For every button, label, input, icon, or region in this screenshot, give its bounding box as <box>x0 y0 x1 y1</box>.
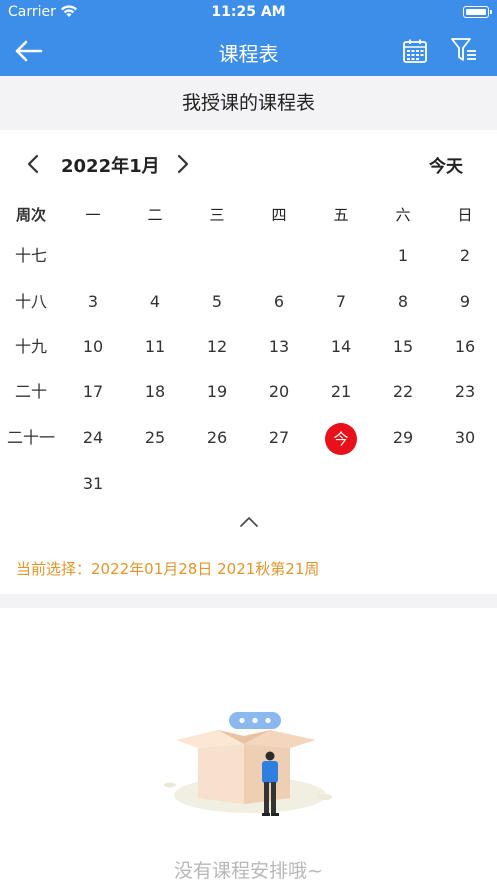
day-cell[interactable]: 25 <box>124 415 186 461</box>
day-cell[interactable]: 22 <box>372 369 434 415</box>
day-cell[interactable] <box>248 461 310 507</box>
week-row: 二十 17 18 19 20 21 22 23 <box>0 369 497 415</box>
weekday-header: 一 <box>85 206 101 224</box>
day-cell[interactable]: 17 <box>62 369 124 415</box>
schedule-subtitle: 我授课的课程表 <box>0 76 497 130</box>
status-bar: Carrier 11:25 AM <box>0 0 497 26</box>
day-cell[interactable]: 8 <box>372 279 434 325</box>
day-cell[interactable] <box>372 461 434 507</box>
day-cell[interactable]: 20 <box>248 369 310 415</box>
week-row: 二十一 24 25 26 27 今 29 30 <box>0 415 497 461</box>
day-cell[interactable]: 24 <box>62 415 124 461</box>
weekday-header: 三 <box>209 206 225 224</box>
day-cell[interactable]: 21 <box>310 369 372 415</box>
day-cell[interactable] <box>124 461 186 507</box>
day-cell[interactable]: 5 <box>186 279 248 325</box>
day-cell[interactable] <box>434 461 496 507</box>
day-cell[interactable]: 16 <box>434 324 496 370</box>
week-number: 十九 <box>14 337 47 356</box>
weekday-header: 六 <box>395 206 411 224</box>
day-cell[interactable]: 30 <box>434 415 496 461</box>
day-cell[interactable]: 3 <box>62 279 124 325</box>
day-cell[interactable]: 11 <box>124 324 186 370</box>
day-cell[interactable] <box>310 233 372 279</box>
current-selection-text: 当前选择：2022年01月28日 2021秋第21周 <box>16 560 320 578</box>
current-month-label: 2022年1月 <box>61 156 160 177</box>
day-cell[interactable] <box>248 233 310 279</box>
filter-icon[interactable] <box>450 36 478 64</box>
day-cell[interactable] <box>124 233 186 279</box>
day-cell[interactable] <box>310 461 372 507</box>
day-cell[interactable]: 14 <box>310 324 372 370</box>
week-column-header: 周次 <box>15 206 46 224</box>
weekday-header-row: 周次 一 二 三 四 五 六 日 <box>0 192 497 238</box>
day-cell[interactable]: 15 <box>372 324 434 370</box>
chevron-right-icon[interactable] <box>174 152 192 176</box>
day-cell[interactable]: 26 <box>186 415 248 461</box>
empty-box-illustration <box>164 712 332 816</box>
day-cell[interactable]: 23 <box>434 369 496 415</box>
weekday-header: 日 <box>457 206 473 224</box>
week-row: 十八 3 4 5 6 7 8 9 <box>0 279 497 325</box>
today-button[interactable]: 今天 <box>429 152 463 177</box>
day-cell[interactable]: 6 <box>248 279 310 325</box>
day-cell[interactable]: 18 <box>124 369 186 415</box>
day-cell[interactable]: 7 <box>310 279 372 325</box>
week-number: 二十 <box>14 382 47 401</box>
day-cell[interactable]: 9 <box>434 279 496 325</box>
week-number: 十八 <box>14 292 47 311</box>
weekday-header: 五 <box>333 206 349 224</box>
section-divider <box>0 594 497 608</box>
weekday-header: 四 <box>271 206 287 224</box>
day-cell[interactable] <box>186 233 248 279</box>
month-navigator: 2022年1月 今天 <box>0 140 497 188</box>
weekday-header: 二 <box>147 206 163 224</box>
day-cell[interactable]: 1 <box>372 233 434 279</box>
week-number <box>0 461 62 507</box>
nav-bar: 课程表 <box>0 26 497 76</box>
day-cell[interactable]: 4 <box>124 279 186 325</box>
day-cell[interactable] <box>186 461 248 507</box>
day-cell[interactable]: 12 <box>186 324 248 370</box>
day-cell[interactable] <box>62 233 124 279</box>
day-cell[interactable]: 27 <box>248 415 310 461</box>
week-row: 31 <box>0 461 497 507</box>
day-cell[interactable]: 10 <box>62 324 124 370</box>
empty-state-message: 没有课程安排哦~ <box>174 860 323 882</box>
status-time: 11:25 AM <box>211 4 286 20</box>
week-row: 十七 1 2 <box>0 233 497 279</box>
week-number: 十七 <box>14 246 47 265</box>
calendar-icon[interactable] <box>402 38 428 64</box>
battery-icon <box>463 6 492 18</box>
today-day-cell[interactable]: 今 <box>310 415 372 461</box>
today-marker: 今 <box>325 422 357 455</box>
week-number: 二十一 <box>6 428 55 447</box>
day-cell[interactable]: 2 <box>434 233 496 279</box>
day-cell[interactable]: 13 <box>248 324 310 370</box>
day-cell[interactable]: 29 <box>372 415 434 461</box>
day-cell[interactable]: 19 <box>186 369 248 415</box>
week-row: 十九 10 11 12 13 14 15 16 <box>0 324 497 370</box>
day-cell[interactable]: 31 <box>62 461 124 507</box>
chevron-left-icon[interactable] <box>24 152 42 176</box>
chevron-up-icon[interactable] <box>238 514 260 530</box>
